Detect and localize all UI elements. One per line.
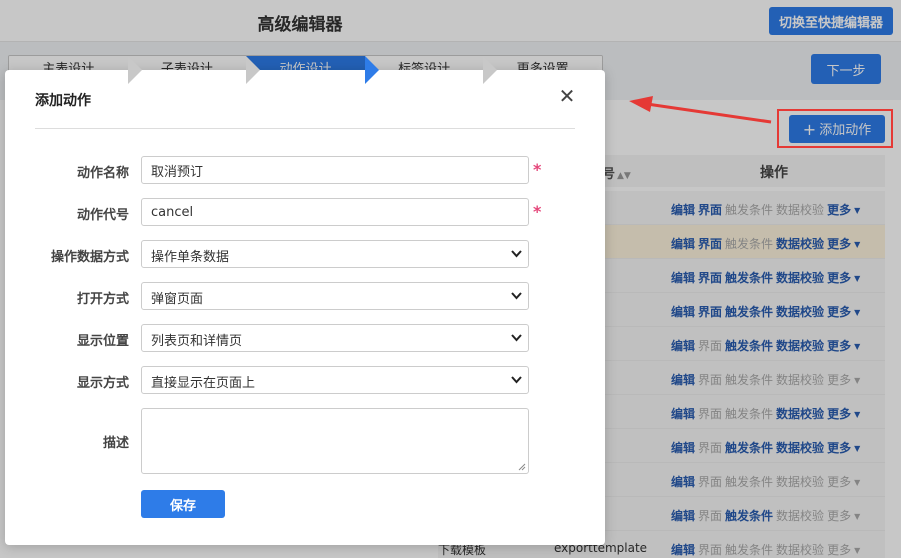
- field-label: 显示位置: [76, 334, 129, 349]
- form-row-description: 描述: [5, 408, 605, 474]
- field-label: 动作名称: [76, 166, 129, 181]
- field-label: 描述: [102, 436, 129, 451]
- action-code-input[interactable]: [141, 198, 529, 226]
- form-row-name: 动作名称 *: [5, 156, 605, 184]
- dialog-divider: [35, 128, 575, 129]
- resize-handle-icon[interactable]: [518, 463, 526, 471]
- annotation-highlight-box: [777, 109, 893, 148]
- select-value: 列表页和详情页: [151, 334, 243, 349]
- add-action-dialog: 添加动作 ✕ 动作名称 * 动作代号 * 操作数据方式 操作单条数据 打开方式 …: [5, 70, 605, 545]
- display-position-select[interactable]: 列表页和详情页: [141, 324, 529, 352]
- annotation-arrow-icon: [629, 96, 772, 124]
- field-label: 打开方式: [76, 292, 129, 307]
- display-mode-select[interactable]: 直接显示在页面上: [141, 366, 529, 394]
- form-row-display: 显示方式 直接显示在页面上: [5, 366, 605, 394]
- required-marker: *: [533, 202, 542, 221]
- close-icon[interactable]: ✕: [557, 86, 577, 106]
- select-value: 直接显示在页面上: [151, 376, 256, 391]
- save-button[interactable]: 保存: [141, 490, 225, 518]
- select-value: 操作单条数据: [151, 250, 230, 265]
- open-mode-select[interactable]: 弹窗页面: [141, 282, 529, 310]
- chevron-down-icon: [511, 292, 522, 300]
- form-row-position: 显示位置 列表页和详情页: [5, 324, 605, 352]
- field-label: 操作数据方式: [50, 250, 129, 265]
- field-label: 动作代号: [76, 208, 129, 223]
- chevron-down-icon: [511, 376, 522, 384]
- data-mode-select[interactable]: 操作单条数据: [141, 240, 529, 268]
- form-row-code: 动作代号 *: [5, 198, 605, 226]
- action-name-input[interactable]: [141, 156, 529, 184]
- form-row-open-mode: 打开方式 弹窗页面: [5, 282, 605, 310]
- select-value: 弹窗页面: [151, 292, 204, 307]
- field-label: 显示方式: [76, 376, 129, 391]
- form-row-data-mode: 操作数据方式 操作单条数据: [5, 240, 605, 268]
- dialog-title: 添加动作: [35, 93, 91, 109]
- chevron-down-icon: [511, 334, 522, 342]
- description-textarea[interactable]: [141, 408, 529, 474]
- chevron-down-icon: [511, 250, 522, 258]
- required-marker: *: [533, 160, 542, 179]
